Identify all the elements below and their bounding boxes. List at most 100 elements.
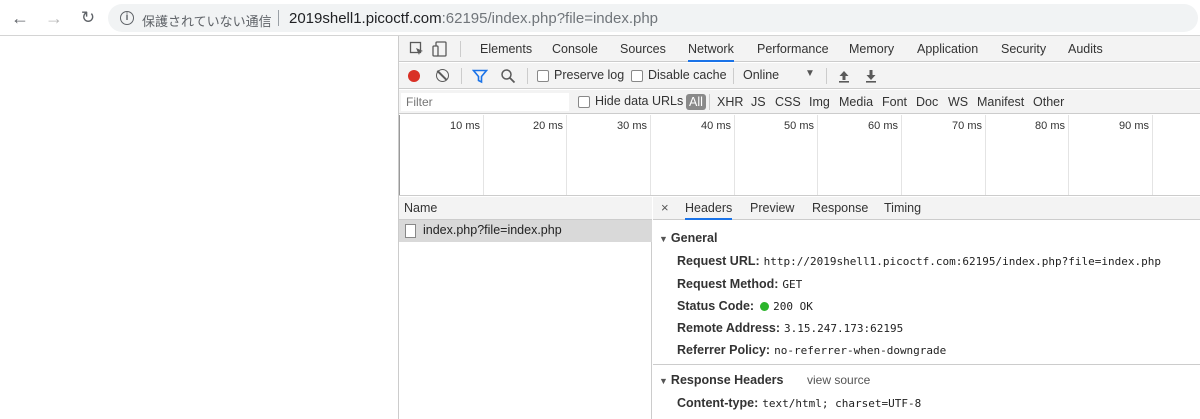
devtools-panel: Elements Console Sources Network Perform…: [398, 36, 1200, 419]
hide-data-urls-checkbox[interactable]: [578, 96, 590, 108]
tab-sources[interactable]: Sources: [620, 36, 666, 62]
clear-icon[interactable]: [436, 69, 449, 82]
disable-cache-checkbox[interactable]: [631, 70, 643, 82]
request-list: Name index.php?file=index.php: [399, 197, 652, 419]
header-key: Content-type:: [677, 396, 759, 410]
disable-cache-label[interactable]: Disable cache: [648, 68, 727, 82]
overview-tick: 90 ms: [1119, 120, 1149, 132]
tab-timing[interactable]: Timing: [884, 197, 921, 220]
tab-security[interactable]: Security: [1001, 36, 1046, 62]
request-detail: × Headers Preview Response Timing ▼ Gener…: [653, 197, 1200, 419]
url-host: 2019shell1.picoctf.com: [289, 10, 442, 27]
type-filter-ws[interactable]: WS: [948, 94, 968, 110]
header-row: Referrer Policy: no-referrer-when-downgra…: [677, 343, 946, 357]
overview-tick: 40 ms: [701, 120, 731, 132]
info-icon[interactable]: i: [120, 11, 134, 25]
header-key: Status Code:: [677, 299, 755, 313]
header-value[interactable]: GET: [782, 278, 802, 291]
type-filter-font[interactable]: Font: [882, 94, 907, 110]
tab-elements[interactable]: Elements: [480, 36, 532, 62]
tab-response[interactable]: Response: [812, 197, 868, 220]
type-filter-manifest[interactable]: Manifest: [977, 94, 1024, 110]
forward-arrow-icon[interactable]: →: [42, 6, 66, 30]
filter-icon[interactable]: [472, 68, 488, 84]
tab-memory[interactable]: Memory: [849, 36, 894, 62]
header-row: Status Code: 200 OK: [677, 299, 813, 313]
type-filter-doc[interactable]: Doc: [916, 94, 938, 110]
type-filter-css[interactable]: CSS: [775, 94, 801, 110]
filter-divider: [709, 94, 710, 110]
overview-grid-line: [566, 115, 567, 195]
response-headers-toggle[interactable]: ▼ Response Headers: [659, 373, 783, 387]
status-ok-icon: [760, 302, 770, 311]
overview-grid-line: [1152, 115, 1153, 195]
chevron-down-icon[interactable]: ▼: [805, 68, 815, 79]
type-filter-media[interactable]: Media: [839, 94, 873, 110]
document-icon: [405, 224, 416, 238]
overview-tick: 20 ms: [533, 120, 563, 132]
tab-performance[interactable]: Performance: [757, 36, 829, 62]
header-key: Referrer Policy:: [677, 343, 771, 357]
device-toolbar-icon[interactable]: [432, 41, 448, 57]
tab-network[interactable]: Network: [688, 36, 734, 62]
filter-bar: Hide data URLs All XHR JS CSS Img Media …: [399, 90, 1200, 114]
overview-start-line: [399, 115, 400, 195]
overview-tick: 30 ms: [617, 120, 647, 132]
header-value[interactable]: text/html; charset=UTF-8: [762, 397, 921, 410]
toolbar-divider: [527, 68, 528, 84]
record-icon[interactable]: [408, 70, 420, 82]
tabbar-divider: [460, 41, 461, 57]
back-arrow-icon[interactable]: ←: [8, 6, 32, 30]
address-bar[interactable]: i 保護されていない通信 2019shell1.picoctf.com:6219…: [108, 4, 1198, 32]
overview-grid-line: [985, 115, 986, 195]
security-status[interactable]: 保護されていない通信: [142, 11, 272, 30]
network-overview[interactable]: 10 ms 20 ms 30 ms 40 ms 50 ms 60 ms 70 m…: [399, 115, 1200, 196]
devtools-tabbar: Elements Console Sources Network Perform…: [399, 36, 1200, 62]
reload-icon[interactable]: ↻: [76, 6, 100, 30]
overview-grid-line: [734, 115, 735, 195]
header-value[interactable]: no-referrer-when-downgrade: [774, 344, 946, 357]
tab-preview[interactable]: Preview: [750, 197, 794, 220]
tab-headers[interactable]: Headers: [685, 197, 733, 220]
type-filter-other[interactable]: Other: [1033, 94, 1064, 110]
header-key: Request URL:: [677, 254, 760, 268]
request-name: index.php?file=index.php: [423, 223, 562, 237]
general-section-toggle[interactable]: ▼ General: [659, 231, 717, 245]
toolbar-divider: [733, 68, 734, 84]
header-value[interactable]: 200 OK: [773, 300, 813, 313]
throttling-select[interactable]: Online: [743, 68, 779, 82]
type-filter-js[interactable]: JS: [751, 94, 766, 110]
overview-tick: 60 ms: [868, 120, 898, 132]
header-row: Request Method: GET: [677, 277, 802, 291]
overview-grid-line: [650, 115, 651, 195]
view-source-link[interactable]: view source: [807, 373, 870, 387]
url-path: :62195/index.php?file=index.php: [441, 10, 659, 27]
overview-grid-line: [483, 115, 484, 195]
preserve-log-checkbox[interactable]: [537, 70, 549, 82]
type-filter-xhr[interactable]: XHR: [717, 94, 743, 110]
page-viewport: [0, 36, 398, 419]
filter-input[interactable]: [401, 93, 569, 111]
response-headers-title: Response Headers: [670, 373, 784, 387]
inspect-element-icon[interactable]: [409, 41, 425, 57]
tab-console[interactable]: Console: [552, 36, 598, 62]
header-row: Content-type: text/html; charset=UTF-8: [677, 396, 921, 410]
header-row: Request URL: http://2019shell1.picoctf.co…: [677, 254, 1161, 268]
tab-audits[interactable]: Audits: [1068, 36, 1103, 62]
import-har-icon[interactable]: [836, 68, 852, 84]
preserve-log-label[interactable]: Preserve log: [554, 68, 624, 82]
header-value[interactable]: 3.15.247.173:62195: [784, 322, 903, 335]
url-text[interactable]: 2019shell1.picoctf.com:62195/index.php?f…: [289, 10, 658, 27]
hide-data-urls-label[interactable]: Hide data URLs: [595, 94, 683, 108]
tab-application[interactable]: Application: [917, 36, 978, 62]
name-column-header[interactable]: Name: [399, 197, 652, 220]
search-icon[interactable]: [500, 68, 516, 84]
close-icon[interactable]: ×: [661, 200, 669, 215]
request-row[interactable]: index.php?file=index.php: [399, 220, 652, 242]
type-filter-all[interactable]: All: [686, 94, 706, 110]
header-value[interactable]: http://2019shell1.picoctf.com:62195/inde…: [764, 255, 1161, 268]
export-har-icon[interactable]: [863, 68, 879, 84]
overview-grid-line: [1068, 115, 1069, 195]
type-filter-img[interactable]: Img: [809, 94, 830, 110]
header-row: Remote Address: 3.15.247.173:62195: [677, 321, 903, 335]
